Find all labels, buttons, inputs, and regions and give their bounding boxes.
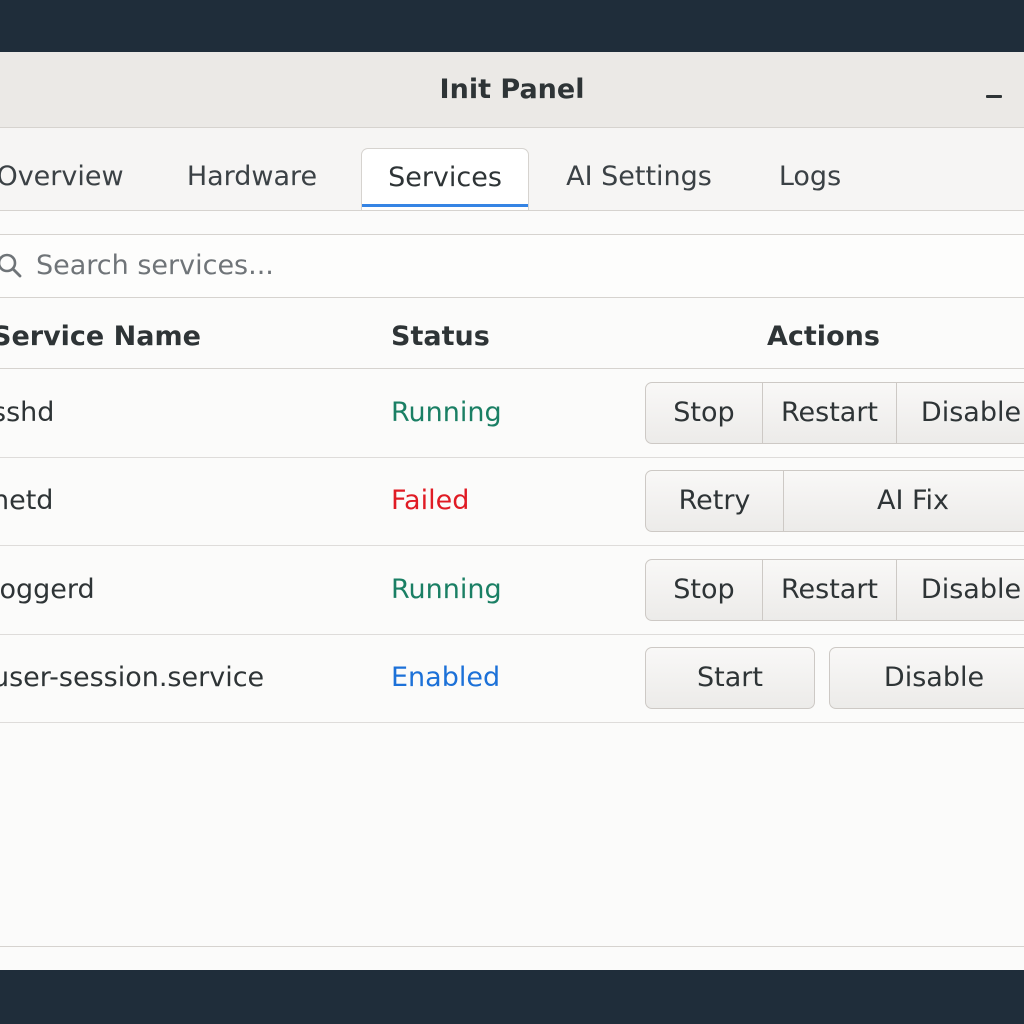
column-header-service-name: Service Name <box>0 321 201 352</box>
column-header-actions: Actions <box>767 321 880 352</box>
status-badge: Failed <box>391 485 470 516</box>
table-row: netd Failed Retry AI Fix <box>0 457 1024 546</box>
status-badge: Enabled <box>391 662 501 693</box>
status-badge: Running <box>391 574 502 605</box>
tab-services-label: Services <box>388 162 502 193</box>
stop-button[interactable]: Stop <box>645 559 763 621</box>
tab-services[interactable]: Services <box>361 148 529 210</box>
search-input[interactable] <box>36 235 936 295</box>
minimize-icon[interactable] <box>986 80 1002 100</box>
restart-button[interactable]: Restart <box>762 559 897 621</box>
ai-fix-button[interactable]: AI Fix <box>783 470 1024 532</box>
table-row: user-session.service Enabled Start Disab… <box>0 634 1024 723</box>
column-header-status: Status <box>391 321 490 352</box>
status-badge: Running <box>391 397 502 428</box>
disable-button[interactable]: Disable <box>829 647 1024 709</box>
tab-ai-settings[interactable]: AI Settings <box>556 148 722 210</box>
tab-hardware[interactable]: Hardware <box>172 148 332 210</box>
table-row: loggerd Running Stop Restart Disable <box>0 546 1024 635</box>
start-button[interactable]: Start <box>645 647 815 709</box>
app-window: Init Panel Overview Hardware Services AI… <box>0 52 1024 970</box>
restart-button[interactable]: Restart <box>762 382 897 444</box>
service-name: loggerd <box>0 574 95 605</box>
disable-button[interactable]: Disable <box>896 559 1024 621</box>
table-row: sshd Running Stop Restart Disable <box>0 369 1024 458</box>
retry-button[interactable]: Retry <box>645 470 784 532</box>
tab-bar: Overview Hardware Services AI Settings L… <box>0 128 1024 211</box>
tab-logs[interactable]: Logs <box>762 148 858 210</box>
service-name: sshd <box>0 397 55 428</box>
search-bar <box>0 234 1024 298</box>
stop-button[interactable]: Stop <box>645 382 763 444</box>
active-tab-indicator <box>362 204 528 207</box>
service-name: user-session.service <box>0 662 265 693</box>
disable-button[interactable]: Disable <box>896 382 1024 444</box>
titlebar: Init Panel <box>0 52 1024 128</box>
table-header: Service Name Status Actions <box>0 296 1024 369</box>
tab-overview[interactable]: Overview <box>0 148 138 210</box>
divider <box>0 946 1024 947</box>
service-name: netd <box>0 485 54 516</box>
search-icon <box>0 253 22 278</box>
window-title: Init Panel <box>439 74 585 105</box>
